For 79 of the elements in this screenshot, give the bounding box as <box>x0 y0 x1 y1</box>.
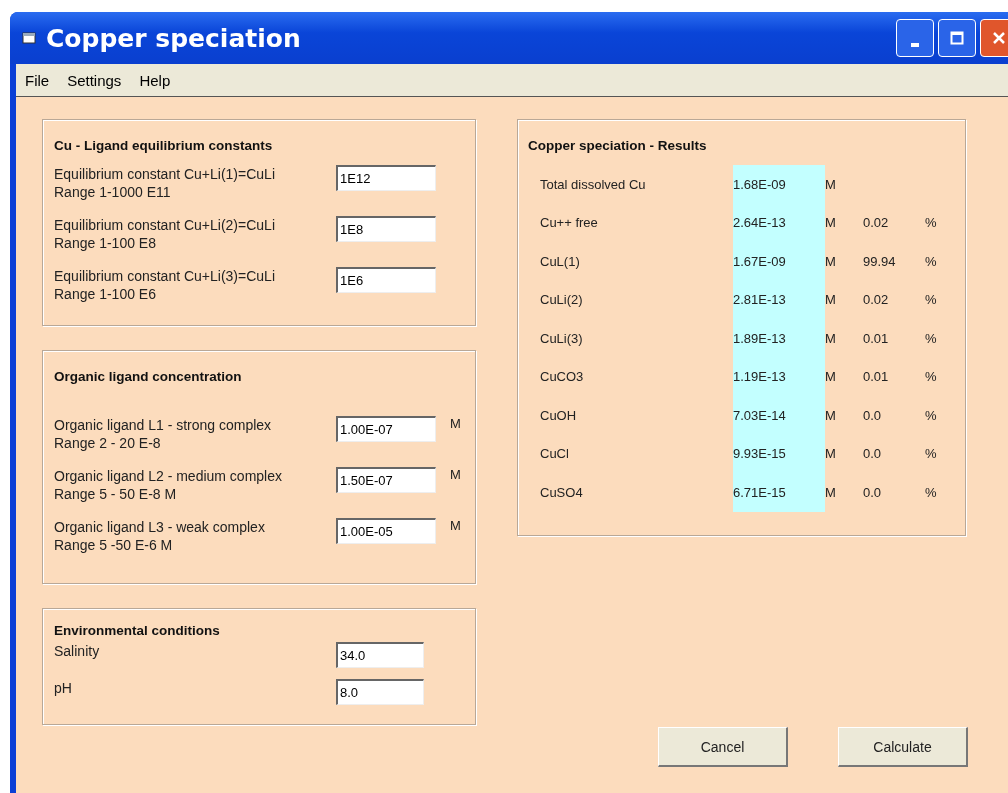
input-field[interactable]: 8.0 <box>336 679 424 705</box>
species-label: CuCl <box>540 445 570 464</box>
percent-value: 99.94 <box>863 252 897 271</box>
unit-label: M <box>825 252 837 271</box>
percent-value: 0.0 <box>863 483 883 502</box>
percent-value: 0.0 <box>863 406 883 425</box>
unit-label: M <box>825 214 837 233</box>
menu-item[interactable]: Settings <box>58 71 131 89</box>
species-label: CuLi(2) <box>540 291 584 310</box>
percent-sign: % <box>925 329 938 348</box>
menu-item[interactable]: File <box>16 71 59 89</box>
percent-value: 0.02 <box>863 214 890 233</box>
unit-label: M <box>825 368 837 387</box>
percent-value: 0.01 <box>863 368 890 387</box>
concentration-cell: 1.67E-09 <box>733 242 825 281</box>
unit-label: M <box>825 406 837 425</box>
menu-item[interactable]: Help <box>130 71 180 89</box>
field-label: Organic ligand L1 - strong complex Range 2 - 20 E-8 <box>54 416 273 452</box>
field-label: Equilibrium constant Cu+Li(2)=CuLi Range 1-100 E8 <box>54 216 276 252</box>
input-field[interactable]: 1E12 <box>336 165 436 191</box>
percent-value: 0.0 <box>863 445 883 464</box>
concentration-cell: 2.81E-13 <box>733 280 825 319</box>
input-field[interactable]: 1E8 <box>336 216 436 242</box>
concentration-cell: 1.89E-13 <box>733 319 825 358</box>
unit-label: M <box>825 483 837 502</box>
close-button[interactable] <box>980 19 1008 57</box>
unit-label: M <box>450 416 461 431</box>
field-label: pH <box>54 679 73 697</box>
field-label: Organic ligand L2 - medium complex Range 5 - 50 E-8 M <box>54 467 283 503</box>
input-field[interactable]: 1.00E-05 <box>336 518 436 544</box>
species-label: CuL(1) <box>540 252 581 271</box>
group-title: Copper speciation - Results <box>528 138 708 153</box>
unit-label: M <box>450 467 461 482</box>
species-label: CuLi(3) <box>540 329 584 348</box>
dialog-button[interactable]: Cancel <box>658 727 788 767</box>
window-title: Copper speciation <box>46 23 301 53</box>
minimize-button[interactable] <box>896 19 934 57</box>
percent-sign: % <box>925 252 938 271</box>
percent-sign: % <box>925 445 938 464</box>
concentration-cell: 7.03E-14 <box>733 396 825 435</box>
unit-label: M <box>825 329 837 348</box>
species-label: CuCO3 <box>540 368 585 387</box>
close-icon <box>992 31 1006 45</box>
percent-sign: % <box>925 291 938 310</box>
maximize-button[interactable] <box>938 19 976 57</box>
field-label: Organic ligand L3 - weak complex Range 5 -50 E-6 M <box>54 518 266 554</box>
species-label: Cu++ free <box>540 214 599 233</box>
dialog-button[interactable]: Calculate <box>838 727 968 767</box>
input-field[interactable]: 34.0 <box>336 642 424 668</box>
maximize-icon <box>950 31 964 45</box>
percent-sign: % <box>925 406 938 425</box>
percent-sign: % <box>925 368 938 387</box>
concentration-cell: 1.19E-13 <box>733 357 825 396</box>
unit-label: M <box>450 518 461 533</box>
percent-sign: % <box>925 483 938 502</box>
concentration-cell: 1.68E-09 <box>733 165 825 204</box>
group-title: Cu - Ligand equilibrium constants <box>54 138 274 153</box>
field-label: Equilibrium constant Cu+Li(3)=CuLi Range 1-100 E6 <box>54 267 276 303</box>
percent-sign: % <box>925 214 938 233</box>
unit-label: M <box>825 445 837 464</box>
concentration-cell: 9.93E-15 <box>733 434 825 473</box>
percent-value: 0.02 <box>863 291 890 310</box>
concentration-cell: 2.64E-13 <box>733 203 825 242</box>
field-label: Equilibrium constant Cu+Li(1)=CuLi Range 1-1000 E11 <box>54 165 276 201</box>
input-field[interactable]: 1.50E-07 <box>336 467 436 493</box>
species-label: Total dissolved Cu <box>540 175 647 194</box>
unit-label: M <box>825 291 837 310</box>
field-label: Salinity <box>54 642 101 660</box>
window-icon <box>22 32 36 44</box>
minimize-icon <box>911 43 919 47</box>
input-field[interactable]: 1.00E-07 <box>336 416 436 442</box>
percent-value: 0.01 <box>863 329 890 348</box>
group-title: Environmental conditions <box>54 623 221 638</box>
input-field[interactable]: 1E6 <box>336 267 436 293</box>
concentration-cell: 6.71E-15 <box>733 473 825 512</box>
species-label: CuOH <box>540 406 578 425</box>
species-label: CuSO4 <box>540 483 584 502</box>
unit-label: M <box>825 175 837 194</box>
group-title: Organic ligand concentration <box>54 369 243 384</box>
